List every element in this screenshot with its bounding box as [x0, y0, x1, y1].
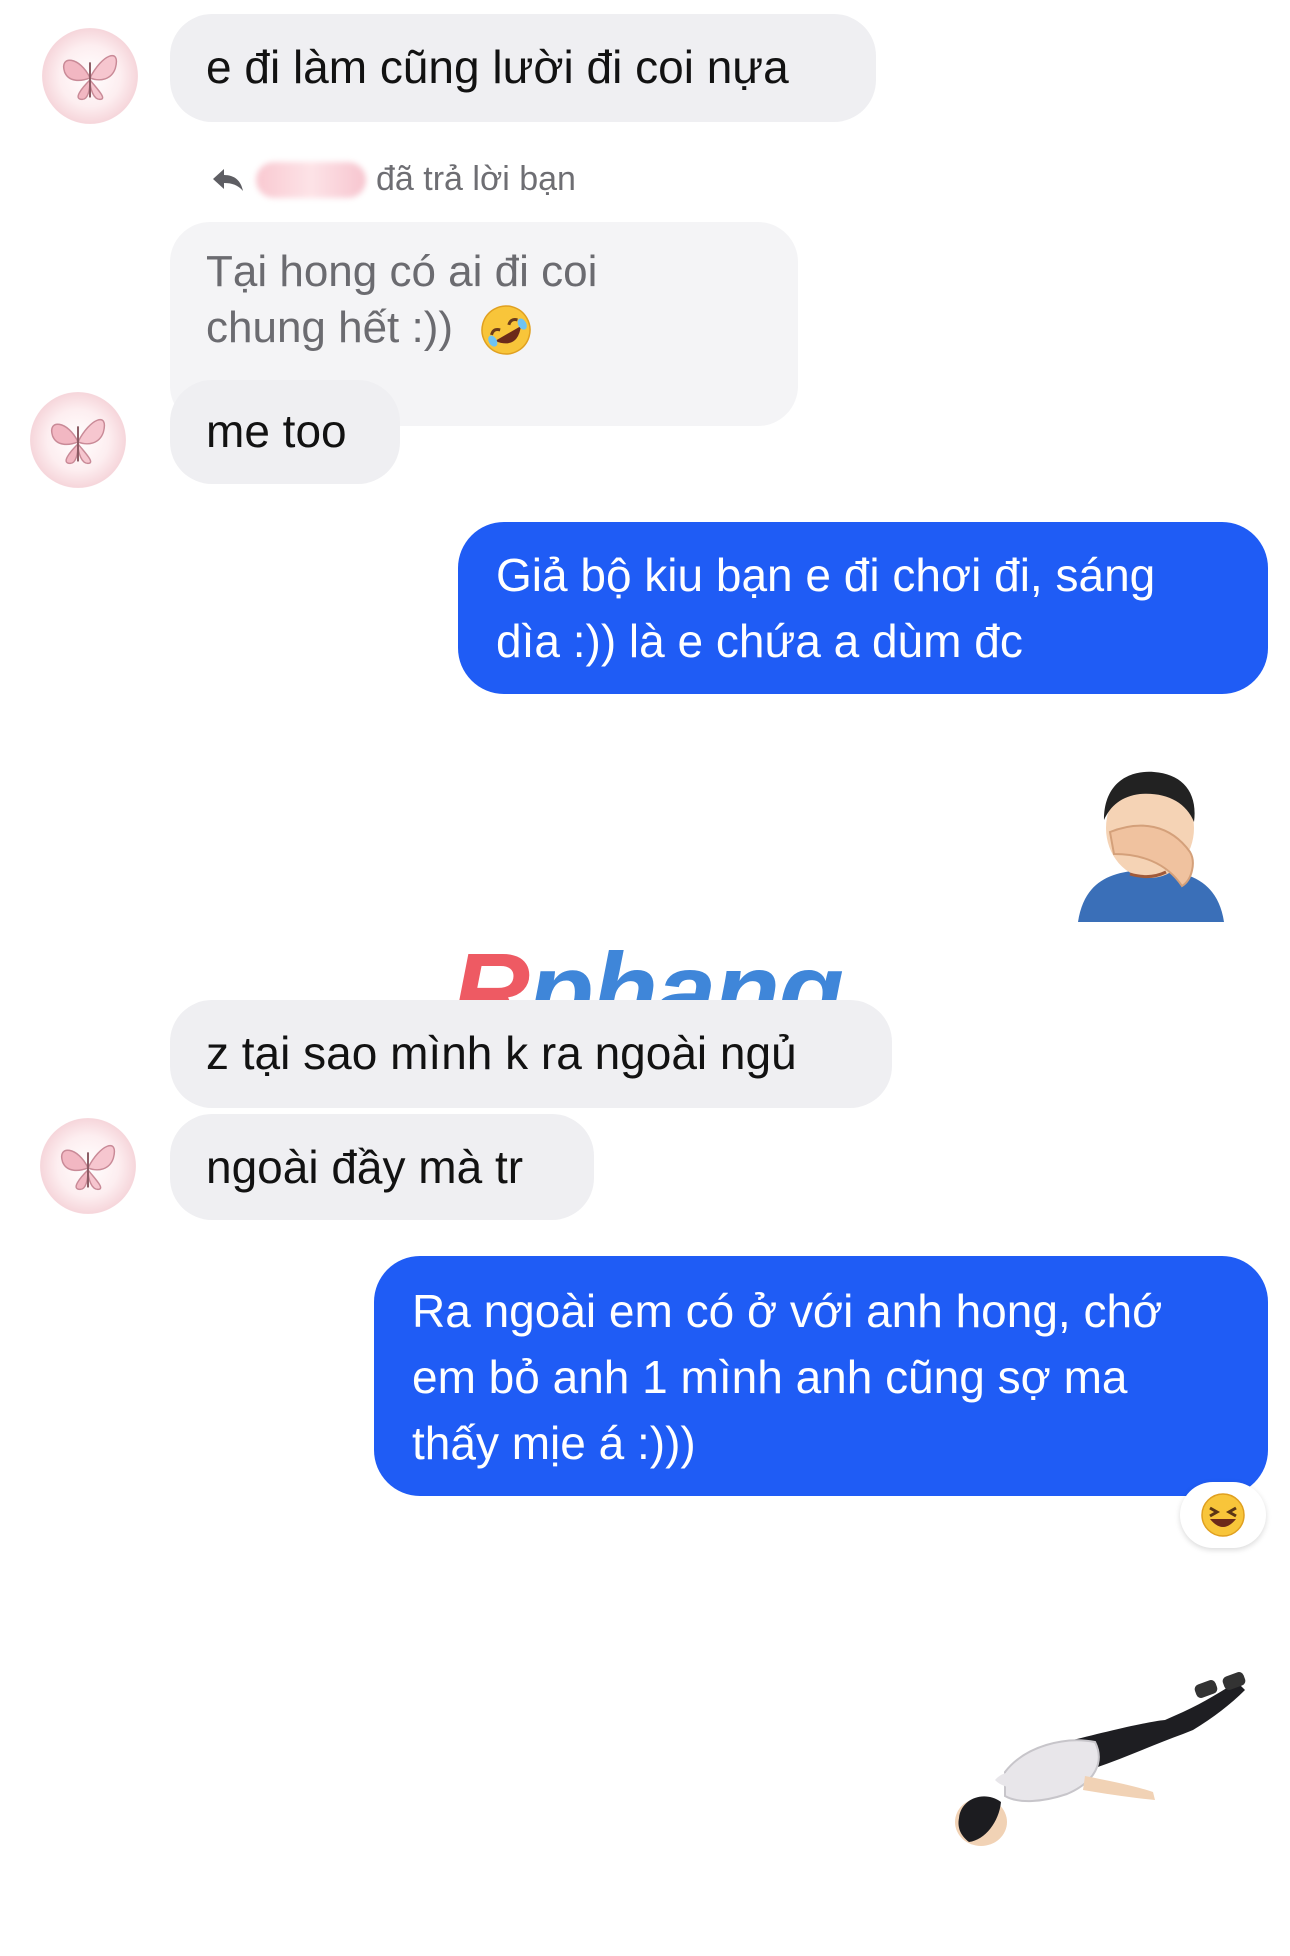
message-reaction[interactable] [1180, 1482, 1266, 1548]
avatar [30, 392, 126, 488]
message-line-2: em bỏ anh 1 mình anh cũng sợ ma [412, 1351, 1128, 1403]
quoted-line-2: chung hết :)) [206, 303, 454, 352]
reply-arrow-icon [213, 168, 243, 191]
facepalm-sticker-icon [1078, 771, 1224, 922]
message-text: ngoài đầy mà tr [206, 1141, 524, 1193]
incoming-message[interactable]: me too [170, 380, 400, 484]
laughing-emoji-icon [1201, 1493, 1245, 1537]
quoted-line-2-wrap: chung hết :)) [206, 300, 762, 357]
message-text: me too [206, 405, 347, 457]
message-line-1: Ra ngoài em có ở với anh hong, chớ [412, 1285, 1163, 1337]
reply-indicator: đã trả lời bạn [210, 160, 576, 199]
avatar [42, 28, 138, 124]
butterfly-icon [60, 1145, 116, 1191]
quoted-line-1: Tại hong có ai đi coi [206, 247, 598, 296]
rofl-emoji-icon [481, 305, 532, 356]
outgoing-message[interactable]: Giả bộ kiu bạn e đi chơi đi, sáng dìa :)… [458, 522, 1268, 694]
butterfly-icon [50, 419, 106, 465]
butterfly-icon [62, 55, 118, 101]
incoming-message[interactable]: z tại sao mình k ra ngoài ngủ [170, 1000, 892, 1108]
message-line-3: thấy mịe á :))) [412, 1417, 696, 1469]
outgoing-message[interactable]: Ra ngoài em có ở với anh hong, chớ em bỏ… [374, 1256, 1268, 1496]
message-text: e đi làm cũng lười đi coi nựa [206, 41, 789, 93]
avatar [40, 1118, 136, 1214]
incoming-message[interactable]: ngoài đầy mà tr [170, 1114, 594, 1220]
message-text: z tại sao mình k ra ngoài ngủ [206, 1027, 797, 1079]
message-line-2: dìa :)) là e chứa a dùm đc [496, 615, 1023, 667]
incoming-message[interactable]: e đi làm cũng lười đi coi nựa [170, 14, 876, 122]
message-line-1: Giả bộ kiu bạn e đi chơi đi, sáng [496, 549, 1156, 601]
lying-man-sticker-icon [955, 1672, 1246, 1846]
blurred-name [256, 161, 366, 198]
reply-label-text: đã trả lời bạn [376, 160, 576, 198]
